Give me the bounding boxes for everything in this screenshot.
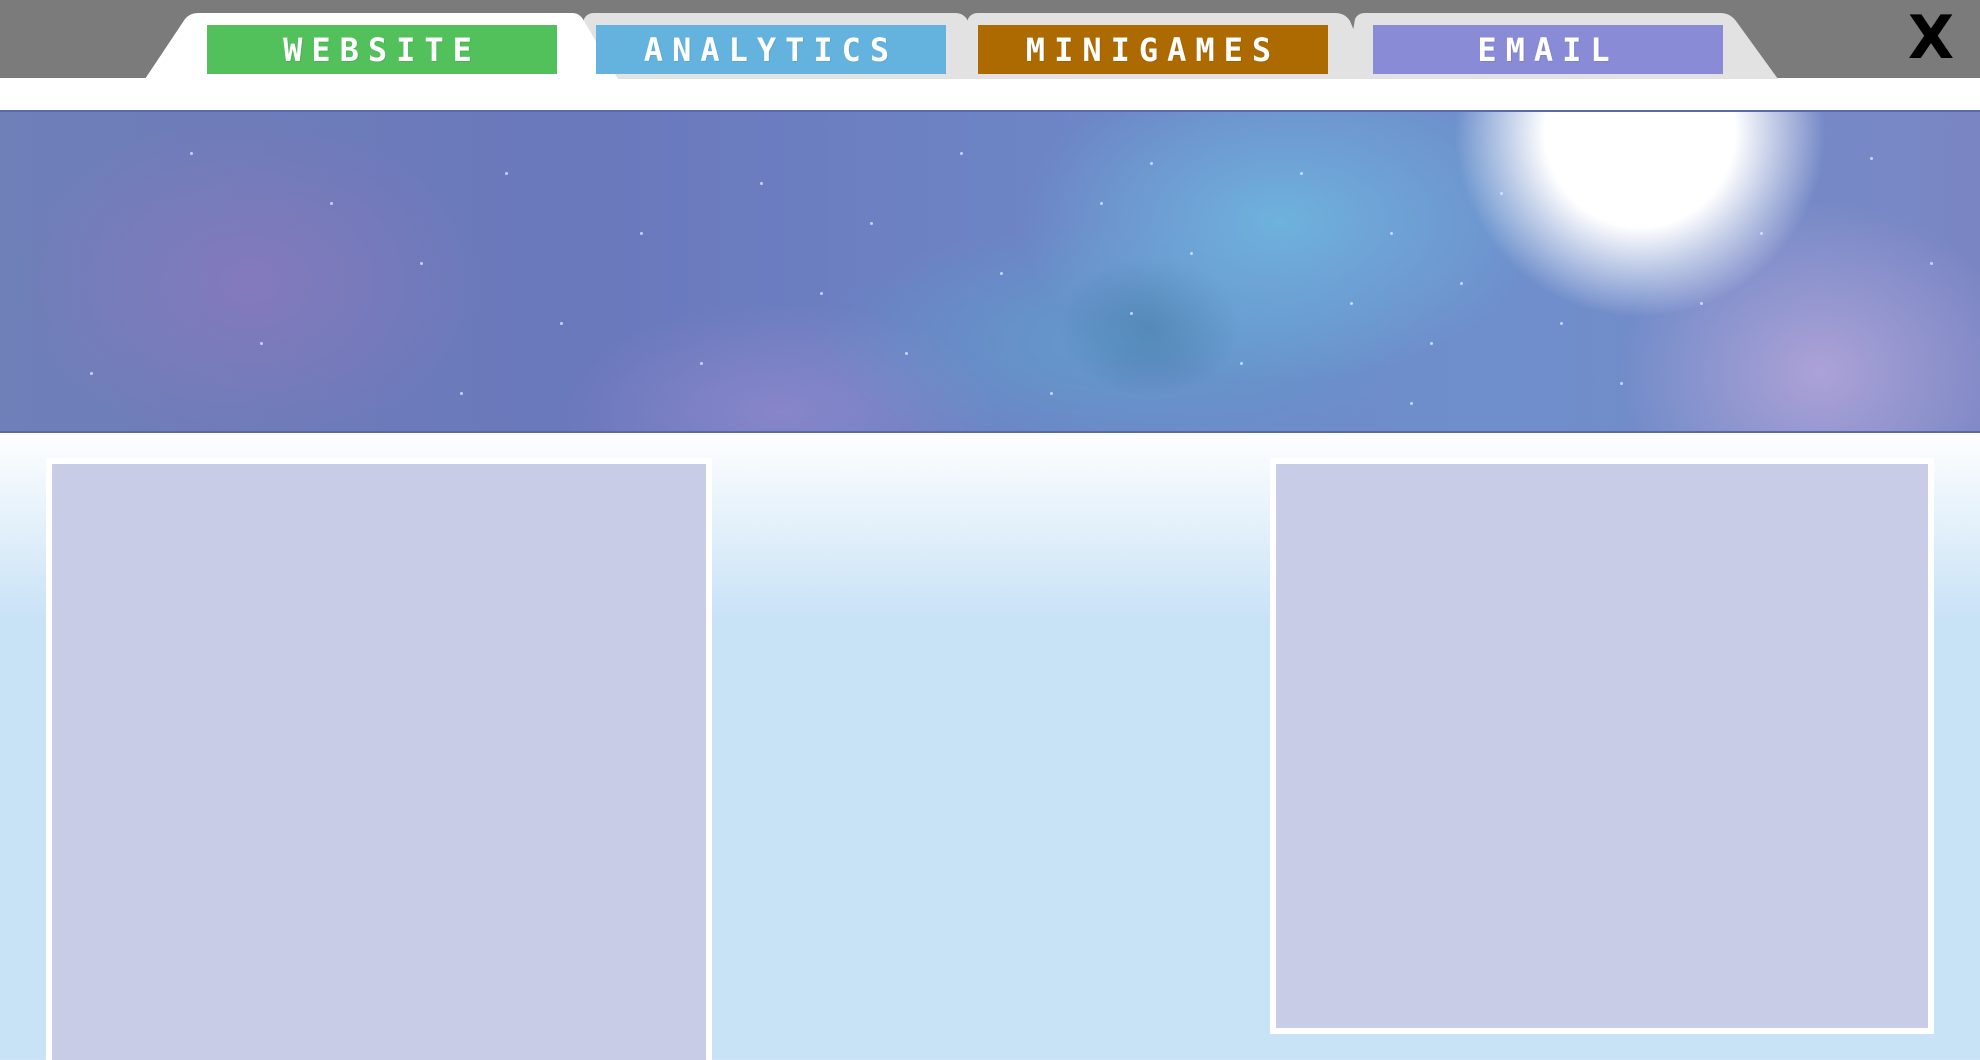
- close-button[interactable]: X: [1906, 6, 1956, 70]
- left-panel: [46, 458, 712, 1060]
- tab-website[interactable]: WEBSITE: [207, 25, 557, 74]
- tab-analytics[interactable]: ANALYTICS: [596, 25, 946, 74]
- tab-email[interactable]: EMAIL: [1373, 25, 1723, 74]
- right-panel: [1270, 458, 1934, 1034]
- tab-strip: [0, 78, 1980, 110]
- tab-minigames[interactable]: MINIGAMES: [978, 25, 1328, 74]
- banner-image: [0, 110, 1980, 433]
